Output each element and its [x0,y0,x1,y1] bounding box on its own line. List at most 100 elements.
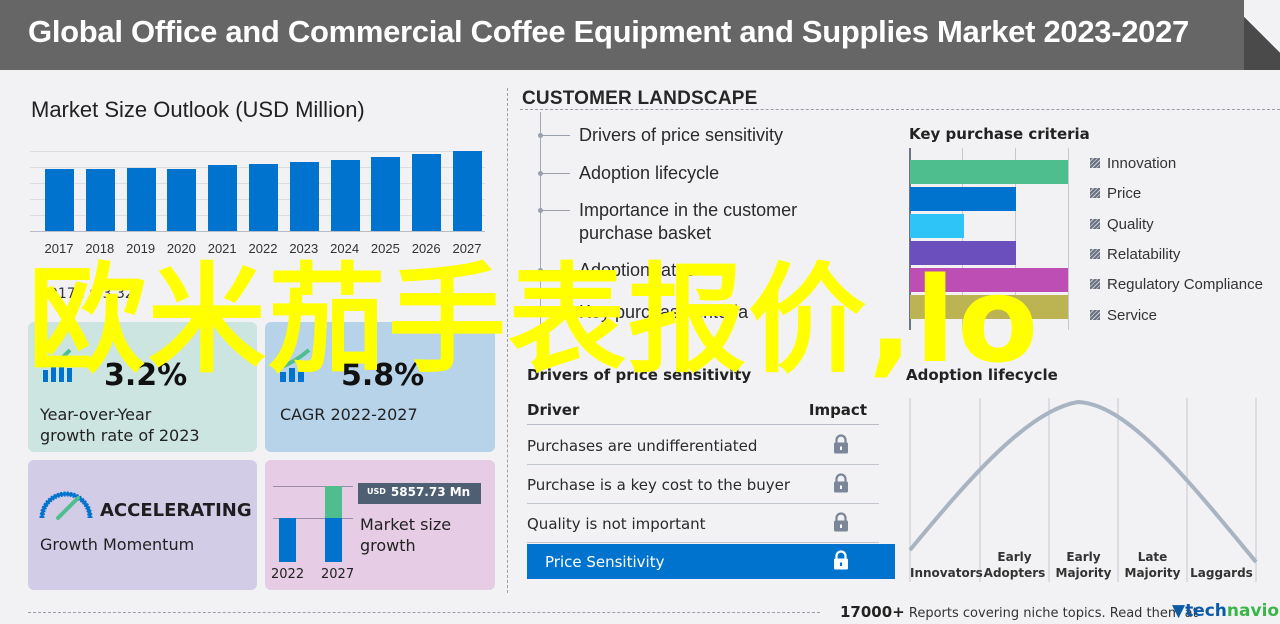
stage-label-innovators: Innovators [910,566,983,580]
bar-2017 [45,169,74,231]
footer-text: 17000+ Reports covering niche topics. Re… [840,603,1198,621]
kpc-legend-label: Quality [1107,215,1154,233]
kpc-legend-label: Service [1107,306,1158,324]
chart-baseline [30,231,485,232]
bar-2024 [330,160,360,231]
bar-2027 [453,151,482,231]
item-label: Drivers of price sensitivity [579,125,784,145]
footer-message: Reports covering niche topics. Read them… [908,606,1198,621]
cagr-label: CAGR 2022-2027 [280,405,418,424]
item-label: Adoption lifecycle [579,163,720,183]
market-growth-label: Market size growth [360,514,451,556]
growth-momentum-value: ACCELERATING [100,500,252,521]
hatch-swatch-icon [1090,218,1100,229]
customer-landscape-underline [520,109,1280,110]
kpc-gridline [1068,148,1069,330]
kpc-bar-quality [910,214,964,238]
yoy-growth-label: Year-over-Year growth rate of 2023 [40,404,200,446]
stage-label-majority: Early Majority [1055,550,1112,580]
kpc-legend-label: Regulatory Compliance [1107,276,1263,294]
market-size-chart: 2017 2018 2019 2020 2021 2022 2023 2024 2025 2026… [30,145,485,260]
logo-text-part2: navio [1226,601,1280,621]
kpc-legend-label: Price [1107,185,1142,203]
hatch-swatch-icon [1090,158,1100,168]
bar-2019 [126,168,156,231]
kpc-legend-item: Price [1090,185,1141,202]
driver-row: Purchases are undifferentiated [527,426,879,465]
lock-icon[interactable] [833,512,849,536]
driver-label: Purchase is a key cost to the buyer [527,476,791,494]
page-title: Global Office and Commercial Coffee Equi… [28,14,1189,49]
adoption-curve [908,399,1258,564]
item-label-line2: purchase basket [579,223,712,243]
kpc-bar-innovation [910,160,1068,184]
bar-2027-increment [325,486,342,518]
market-growth-value: 5857.73 Mn [390,485,471,499]
stage-label-majority: Late Majority [1124,550,1181,580]
landscape-item-adoption-lifecycle[interactable]: Adoption lifecycle [538,162,719,185]
lock-icon[interactable] [833,473,849,497]
yoy-label-line2: growth rate of 2023 [40,426,200,445]
driver-label: Purchases are undifferentiated [527,437,758,455]
market-size-title: Market Size Outlook (USD Million) [31,97,365,122]
connector-line [543,173,570,174]
kpc-legend-item: Innovation [1090,155,1176,172]
stage-label-laggards: Laggards [1190,566,1253,580]
kpc-legend-item: Regulatory Compliance [1090,276,1263,293]
bar-2020 [167,169,197,231]
currency-label: USD [367,487,386,496]
kpc-legend-item: Relatability [1090,246,1180,263]
connector-line [543,210,570,211]
year-end-label: 2027 [321,567,355,582]
bar-2021 [208,165,238,231]
driver-row: Purchase is a key cost to the buyer [527,465,879,504]
bar-2026 [412,154,442,231]
bar-2022 [249,164,278,231]
customer-landscape-title: CUSTOMER LANDSCAPE [522,88,758,109]
footer-divider [28,612,820,613]
connector-line [543,135,570,136]
drivers-table-header: Driver Impact [527,401,879,425]
item-label: Importance in the customer [579,200,798,220]
driver-column-header: Driver [527,401,580,419]
growth-momentum-card: ACCELERATING Growth Momentum [28,460,257,590]
landscape-item-price-sensitivity[interactable]: Drivers of price sensitivity [538,124,783,147]
price-sensitivity-summary-row[interactable]: Price Sensitivity [527,544,895,579]
market-growth-value-badge: USD 5857.73 Mn [358,483,481,504]
bar-2018 [85,169,115,231]
hatch-swatch-icon [1090,309,1100,320]
kpc-legend-label: Innovation [1107,155,1177,172]
hatch-swatch-icon [1090,188,1100,199]
year-start-label: 2022 [271,567,305,582]
market-growth-label-line1: Market size [360,515,452,534]
growth-momentum-label: Growth Momentum [40,535,195,554]
speedometer-icon [39,491,93,520]
gridline [30,151,485,152]
kpc-title: Key purchase criteria [909,125,1090,143]
stage-label-adopters: Early Adopters [983,550,1046,580]
summary-label: Price Sensitivity [545,553,665,571]
driver-row: Quality is not important [527,504,879,543]
kpc-legend-item: Service [1090,307,1157,324]
lock-icon[interactable] [833,550,849,574]
hatch-swatch-icon [1090,248,1100,259]
lock-icon[interactable] [833,434,849,458]
kpc-bar-price [910,187,1016,211]
hatch-swatch-icon [1090,279,1100,290]
market-size-growth-card: 2022 2027 USD 5857.73 Mn Market size grow… [265,460,495,590]
overlay-watermark-text: 欧米茄手表报价,lo [28,251,1041,389]
bar-2027-base [325,518,342,562]
driver-label: Quality is not important [527,515,706,533]
adoption-lifecycle-chart: Innovators Early Adopters Early Majority Late… [908,390,1260,585]
yoy-label-line1: Year-over-Year [40,405,152,424]
logo-text-part1: tech [1185,601,1227,621]
landscape-item-purchase-basket[interactable]: Importance in the customer purchase baske… [538,199,797,245]
bar-2025 [371,157,401,231]
report-count: 17000+ [840,603,905,621]
banner-fold-corner [1244,0,1280,70]
impact-column-header: Impact [808,401,867,419]
market-growth-label-line2: growth [360,536,416,555]
kpc-legend-item: Quality [1090,216,1154,233]
technavio-logo[interactable]: ▼technavio [1172,601,1279,621]
logo-flag-icon: ▼ [1172,601,1186,621]
